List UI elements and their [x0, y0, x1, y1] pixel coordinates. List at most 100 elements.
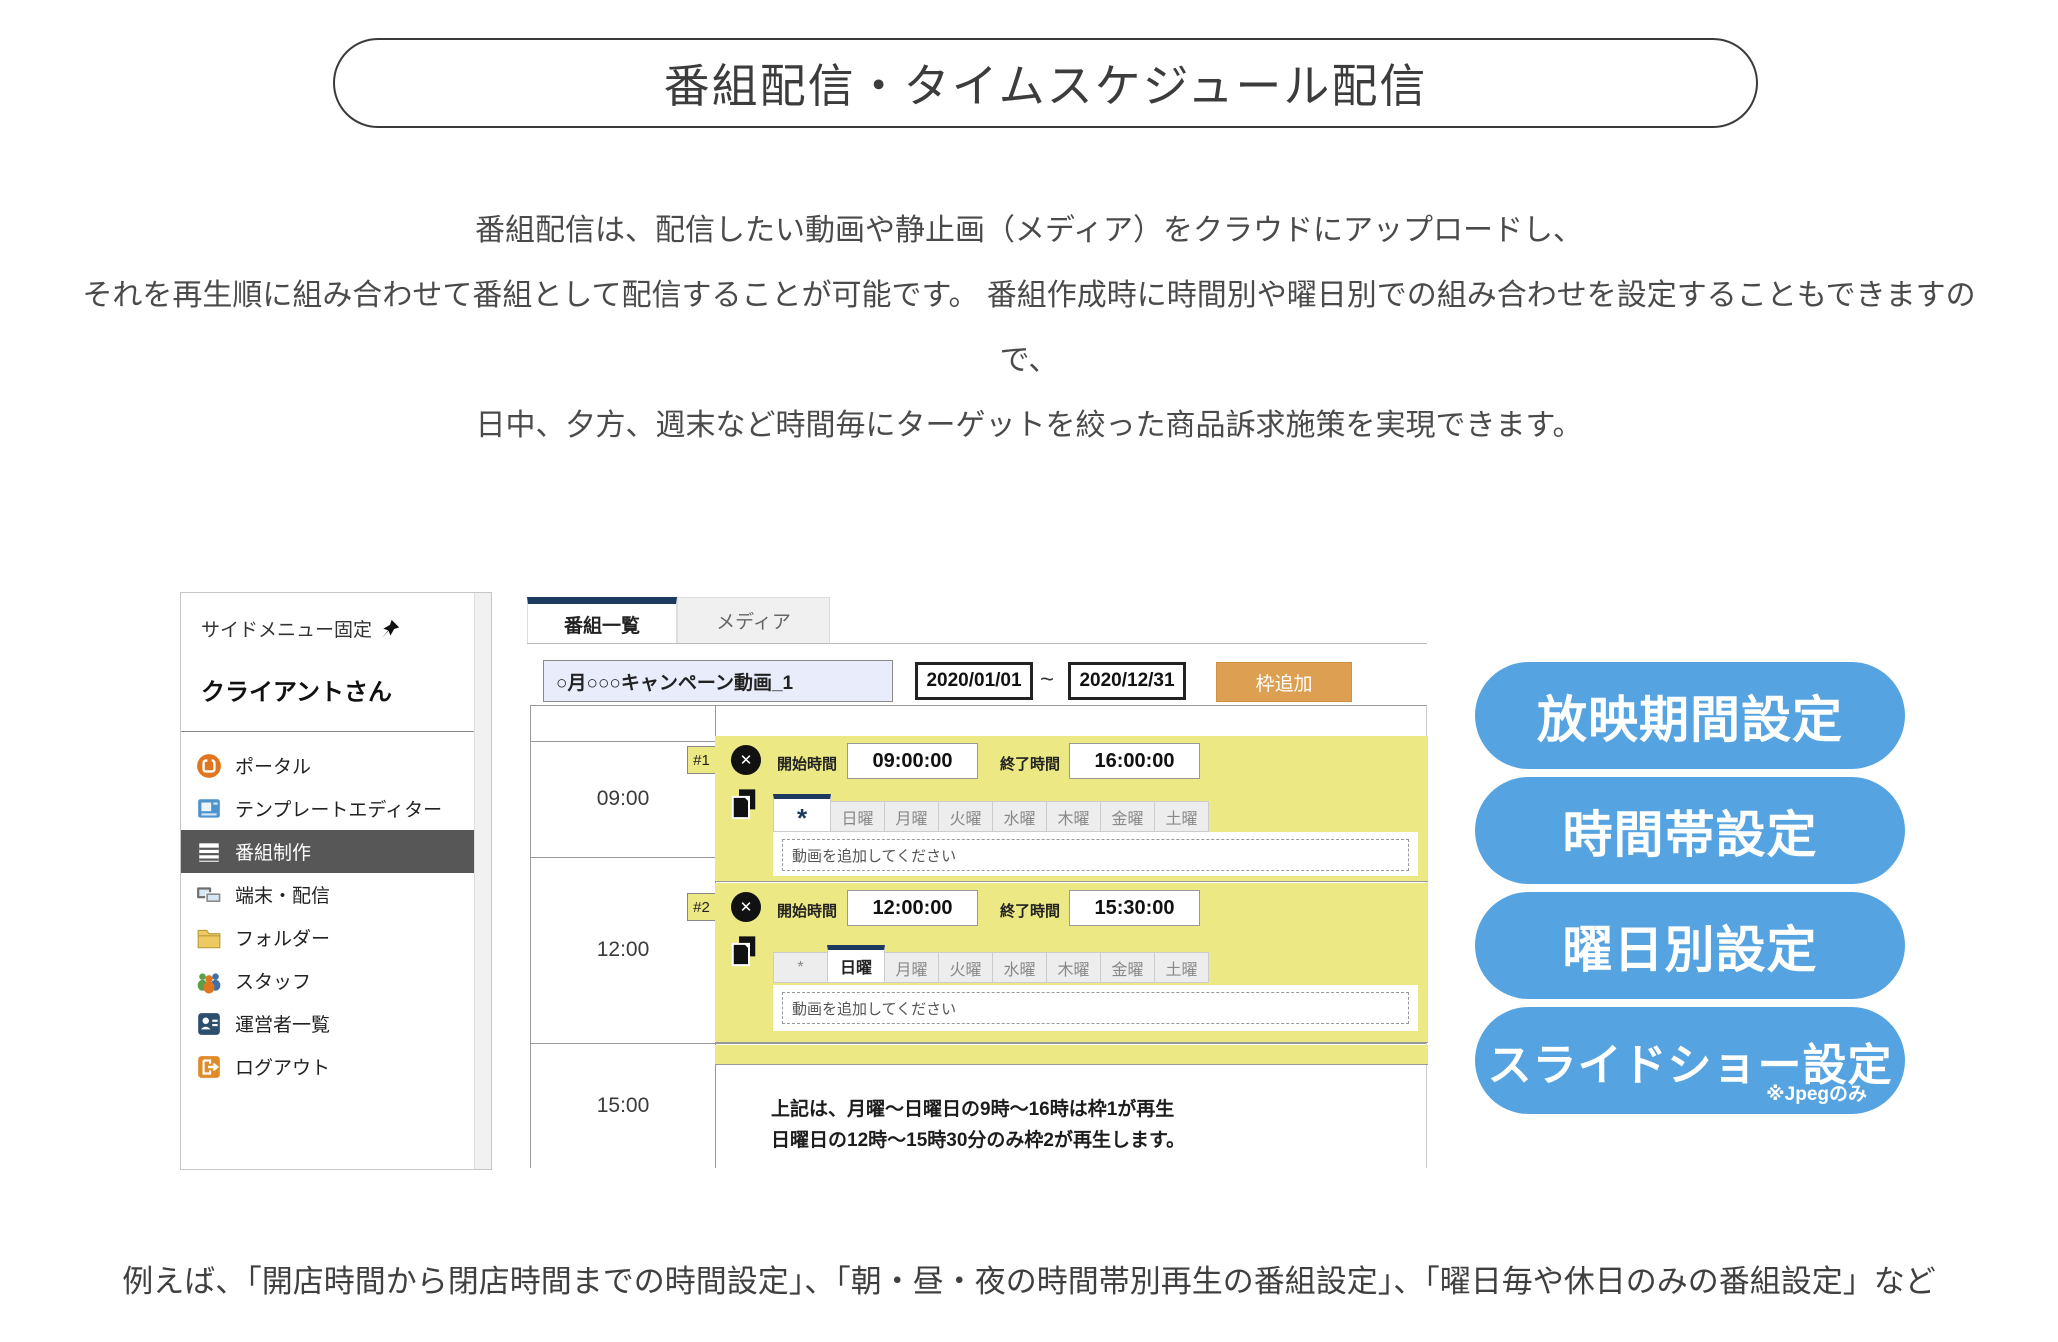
badge-slideshow: スライドショー設定 ※Jpegのみ: [1475, 1007, 1905, 1114]
badge-day-of-week: 曜日別設定: [1475, 892, 1905, 999]
block-2-close-button[interactable]: ✕: [731, 892, 761, 922]
sidebar-scrollbar[interactable]: [474, 593, 491, 1169]
intro-line-2: それを再生順に組み合わせて番組として配信することが可能です。 番組作成時に時間別…: [0, 263, 2058, 328]
sidebar-menu: ポータル テンプレートエディター 番組制作 端末・配信: [181, 744, 491, 1088]
row-divider: [531, 1043, 1426, 1044]
time-label-1200: 12:00: [531, 938, 715, 962]
block-1-media-input[interactable]: 動画を追加してください: [782, 839, 1409, 871]
start-time-label: 開始時間: [777, 753, 837, 774]
date-range-separator: ~: [1040, 666, 1054, 694]
tab-media[interactable]: メディア: [677, 597, 830, 644]
intro-line-1: 番組配信は、配信したい動画や静止画（メディア）をクラウドにアップロードし、: [0, 198, 2058, 263]
date-from-input[interactable]: 2020/01/01: [915, 662, 1033, 700]
page-title: 番組配信・タイムスケジュール配信: [333, 38, 1758, 128]
operator-list-icon: [195, 1010, 223, 1038]
block-2-media-input[interactable]: 動画を追加してください: [782, 992, 1409, 1024]
add-frame-button[interactable]: 枠追加: [1216, 662, 1352, 702]
block-2-media-box: 動画を追加してください: [773, 985, 1418, 1031]
portal-icon: [195, 752, 223, 780]
sidebar-item-label: フォルダー: [235, 924, 330, 951]
day-tab-wed[interactable]: 水曜: [992, 952, 1047, 983]
block-1-media-box: 動画を追加してください: [773, 832, 1418, 876]
sidebar-item-label: 運営者一覧: [235, 1010, 330, 1037]
day-tab-mon[interactable]: 月曜: [884, 801, 939, 832]
time-label-1500: 15:00: [531, 1094, 715, 1118]
tabrow-divider: [527, 643, 1427, 644]
client-name: クライアントさん: [181, 642, 491, 707]
page: 番組配信・タイムスケジュール配信 番組配信は、配信したい動画や静止画（メディア）…: [0, 0, 2058, 1342]
sidebar-item-staff[interactable]: スタッフ: [181, 959, 491, 1002]
program-create-icon: [195, 838, 223, 866]
day-tab-fri[interactable]: 金曜: [1100, 952, 1155, 983]
template-editor-icon: [195, 795, 223, 823]
sidebar-item-label: 番組制作: [235, 838, 311, 865]
sidebar-item-operator-list[interactable]: 運営者一覧: [181, 1002, 491, 1045]
block-2-start-time-input[interactable]: 12:00:00: [847, 890, 978, 926]
badge-time-slot: 時間帯設定: [1475, 777, 1905, 884]
block-2-day-tabs: * 日曜 月曜 火曜 水曜 木曜 金曜 土曜: [773, 945, 1208, 983]
schedule-table: 09:00 12:00 15:00 #1 ✕ 開始時間 09:00:00 終了時…: [530, 705, 1427, 1168]
day-tab-all[interactable]: *: [773, 952, 828, 983]
block-2-end-time-input[interactable]: 15:30:00: [1069, 890, 1200, 926]
sidebar-pin-label: サイドメニュー固定: [201, 615, 372, 642]
start-time-label: 開始時間: [777, 900, 837, 921]
intro-paragraph: 番組配信は、配信したい動画や静止画（メディア）をクラウドにアップロードし、 それ…: [0, 198, 2058, 458]
sidebar-item-logout[interactable]: ログアウト: [181, 1045, 491, 1088]
copy-icon[interactable]: [729, 788, 759, 827]
tab-label: メディア: [716, 607, 791, 634]
end-time-label: 終了時間: [1000, 900, 1060, 921]
intro-line-4: 日中、夕方、週末など時間毎にターゲットを絞った商品訴求施策を実現できます。: [0, 393, 2058, 458]
pushpin-icon: [380, 619, 400, 639]
badge-slideshow-note: ※Jpegのみ: [1766, 1079, 1867, 1106]
time-label-0900: 09:00: [531, 787, 715, 811]
day-tab-mon[interactable]: 月曜: [884, 952, 939, 983]
sidebar-item-template-editor[interactable]: テンプレートエディター: [181, 787, 491, 830]
day-tab-thu[interactable]: 木曜: [1046, 801, 1101, 832]
date-to-input[interactable]: 2020/12/31: [1068, 662, 1186, 700]
sidebar-divider: [181, 731, 491, 732]
day-tab-sun[interactable]: 日曜: [827, 945, 885, 983]
sidebar-item-portal[interactable]: ポータル: [181, 744, 491, 787]
block-1-start-time-input[interactable]: 09:00:00: [847, 743, 978, 779]
badge-broadcast-period: 放映期間設定: [1475, 662, 1905, 769]
schedule-note: 上記は、月曜～日曜日の9時～16時は枠1が再生 日曜日の12時～15時30分のみ…: [771, 1094, 1185, 1156]
device-delivery-icon: [195, 881, 223, 909]
sidebar-pin-row[interactable]: サイドメニュー固定: [181, 593, 491, 642]
day-tab-tue[interactable]: 火曜: [938, 952, 993, 983]
day-tab-tue[interactable]: 火曜: [938, 801, 993, 832]
intro-line-3: で、: [0, 328, 2058, 393]
block-1-close-button[interactable]: ✕: [731, 745, 761, 775]
day-tab-sun[interactable]: 日曜: [830, 801, 885, 832]
staff-icon: [195, 967, 223, 995]
tab-program-list[interactable]: 番組一覧: [527, 597, 677, 644]
day-tab-wed[interactable]: 水曜: [992, 801, 1047, 832]
day-tab-sat[interactable]: 土曜: [1154, 952, 1209, 983]
folder-icon: [195, 924, 223, 952]
sidebar-item-label: 端末・配信: [235, 881, 330, 908]
copy-icon[interactable]: [729, 935, 759, 974]
feature-badges: 放映期間設定 時間帯設定 曜日別設定 スライドショー設定 ※Jpegのみ: [1475, 662, 1905, 1122]
footer-examples: 例えば、「開店時間から閉店時間までの時間設定」、「朝・昼・夜の時間帯別再生の番組…: [0, 1256, 2058, 1301]
tab-label: 番組一覧: [564, 611, 640, 638]
day-tab-fri[interactable]: 金曜: [1100, 801, 1155, 832]
day-tab-thu[interactable]: 木曜: [1046, 952, 1101, 983]
day-tab-sat[interactable]: 土曜: [1154, 801, 1209, 832]
sidebar-item-folder[interactable]: フォルダー: [181, 916, 491, 959]
program-name-value: ○月○○○キャンペーン動画_1: [556, 668, 793, 695]
block-2-tag: #2: [687, 893, 715, 921]
block-1-end-time-input[interactable]: 16:00:00: [1069, 743, 1200, 779]
schedule-block-2: #2 ✕ 開始時間 12:00:00 終了時間 15:30:00 * 日曜 月曜…: [715, 883, 1428, 1043]
sidebar-item-label: ポータル: [235, 752, 311, 779]
day-tab-all[interactable]: *: [773, 794, 831, 832]
sidebar-item-device-delivery[interactable]: 端末・配信: [181, 873, 491, 916]
block-1-tag: #1: [687, 746, 715, 774]
page-title-text: 番組配信・タイムスケジュール配信: [664, 50, 1428, 116]
sidebar-item-label: テンプレートエディター: [235, 795, 442, 822]
program-name-input[interactable]: ○月○○○キャンペーン動画_1: [543, 660, 893, 702]
block-1-day-tabs: * 日曜 月曜 火曜 水曜 木曜 金曜 土曜: [773, 794, 1208, 832]
schedule-note-line-1: 上記は、月曜～日曜日の9時～16時は枠1が再生: [771, 1094, 1185, 1125]
end-time-label: 終了時間: [1000, 753, 1060, 774]
sidebar-item-label: スタッフ: [235, 967, 311, 994]
sidebar-item-program-create[interactable]: 番組制作: [181, 830, 475, 873]
schedule-block-2-tail: [715, 1045, 1428, 1065]
